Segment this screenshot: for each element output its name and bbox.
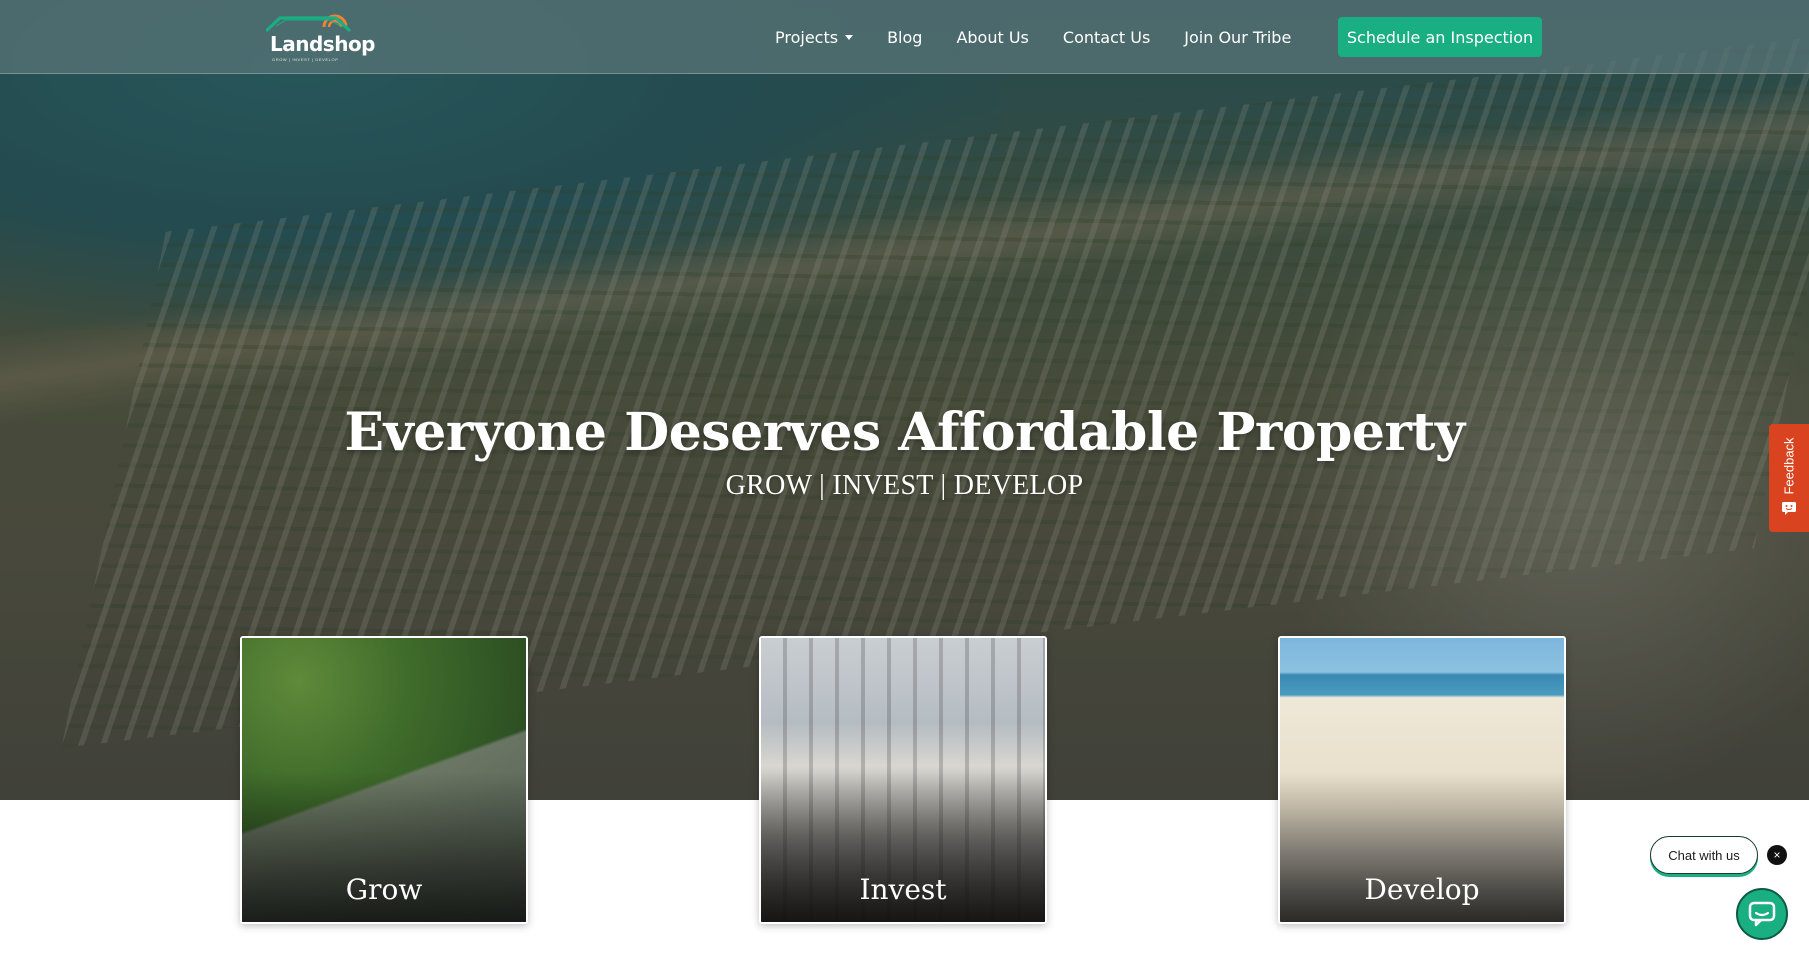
navbar: Landshop GROW | INVEST | DEVELOP Project… [0,0,1809,74]
nav-item-blog[interactable]: Blog [887,28,922,47]
schedule-inspection-button[interactable]: Schedule an Inspection [1338,17,1542,57]
card-invest[interactable]: Invest [759,636,1047,924]
nav-item-about-us[interactable]: About Us [956,28,1028,47]
feedback-icon [1782,502,1796,515]
nav-item-label: Projects [775,27,839,47]
logo[interactable]: Landshop GROW | INVEST | DEVELOP [266,14,376,64]
card-title: Invest [859,873,947,906]
chat-launcher-button[interactable] [1736,888,1788,940]
card-grow[interactable]: Grow [240,636,528,924]
nav-item-label: Blog [887,27,923,47]
close-icon[interactable]: × [1767,845,1787,865]
chat-icon [1748,901,1776,927]
logo-wordmark: Landshop [270,32,376,56]
nav-item-projects[interactable]: Projects [775,27,854,47]
nav-links: Projects Blog About Us Contact Us Join O… [775,17,1325,57]
chevron-down-icon [845,34,854,40]
feedback-label: Feedback [1781,437,1797,495]
nav-item-contact-us[interactable]: Contact Us [1063,28,1150,47]
chat-with-us-bubble[interactable]: Chat with us [1650,836,1758,874]
nav-item-label: Join Our Tribe [1184,27,1292,47]
hero-title: Everyone Deserves Affordable Property [344,402,1465,463]
card-title: Grow [345,873,423,906]
card-develop[interactable]: Develop [1278,636,1566,924]
hero-subtitle: GROW | INVEST | DEVELOP [725,470,1084,501]
logo-tagline: GROW | INVEST | DEVELOP [272,57,339,62]
feedback-tab[interactable]: Feedback [1769,424,1809,532]
nav-item-label: Contact Us [1062,27,1151,47]
nav-item-join-our-tribe[interactable]: Join Our Tribe [1184,28,1291,47]
nav-item-label: About Us [956,27,1029,47]
card-title: Develop [1364,873,1480,906]
